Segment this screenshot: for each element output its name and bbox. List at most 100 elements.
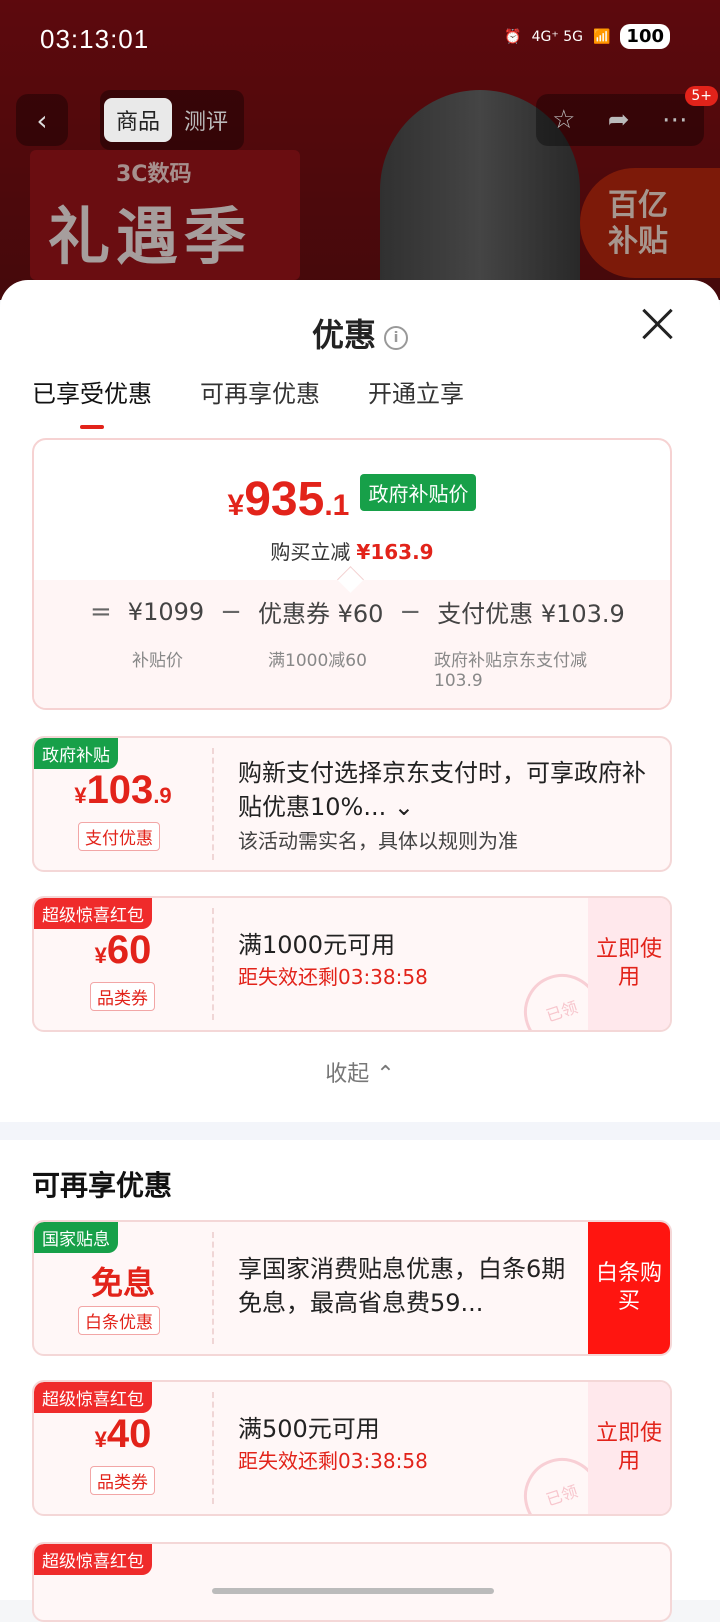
card-amount: 免息: [34, 1258, 212, 1304]
price-summary: ¥935.1 政府补贴价 购买立减 ¥163.9 = ¥1099 − 优惠券 ¥6…: [32, 438, 672, 710]
discount-sheet: 优惠 i 已享受优惠 可再享优惠 开通立享 ¥935.1 政府补贴价 购买立减 ¥1…: [0, 280, 720, 1622]
clock: 03:13:01: [40, 24, 150, 54]
card-left: 超级惊喜红包 ¥60 品类券: [34, 898, 212, 1030]
sheet-title: 优惠 i: [0, 310, 720, 356]
collapse-button[interactable]: 收起 ⌃: [0, 1056, 720, 1088]
tab-review[interactable]: 测评: [172, 98, 240, 142]
card-text: 享国家消费贴息优惠，白条6期免息，最高省息费59...: [238, 1255, 566, 1317]
signal-icon: 4G⁺ 5G: [531, 28, 583, 45]
card-description: 享国家消费贴息优惠，白条6期免息，最高省息费59...: [238, 1252, 570, 1320]
product-tabs: 商品 测评: [100, 90, 245, 150]
card-left: 政府补贴 ¥103.9 支付优惠: [34, 738, 212, 870]
status-icons: ⏰ 4G⁺ 5G 📶 100: [504, 24, 670, 49]
card-tag: 国家贴息: [34, 1222, 118, 1253]
more-icon[interactable]: ⋯: [662, 105, 688, 135]
back-button[interactable]: ‹: [16, 94, 68, 146]
discount-card-coupon-60: 超级惊喜红包 ¥60 品类券 满1000元可用 距失效还剩03:38:58 已领…: [32, 896, 672, 1032]
use-now-button[interactable]: 立即使用: [588, 898, 670, 1030]
status-bar: 03:13:01 ⏰ 4G⁺ 5G 📶 100: [0, 0, 720, 80]
price-breakdown: = ¥1099 − 优惠券 ¥60 − 支付优惠 ¥103.9 补贴价 满100…: [34, 566, 670, 708]
share-icon[interactable]: ➦: [608, 105, 630, 135]
base-price: ¥1099: [127, 597, 205, 626]
card-text: 满500元可用: [238, 1415, 380, 1443]
card-type: 白条优惠: [78, 1306, 160, 1335]
card-divider: [212, 908, 214, 1020]
equals-sign: =: [90, 596, 112, 627]
battery-icon: 100: [620, 24, 670, 49]
coupon-amount: 优惠券 ¥60: [257, 600, 384, 628]
breakdown-row: = ¥1099 − 优惠券 ¥60 − 支付优惠 ¥103.9: [90, 594, 625, 629]
gov-subsidy-tag: 政府补贴价: [360, 474, 477, 511]
countdown: 距失效还剩03:38:58: [238, 1449, 428, 1473]
message-badge: 5+: [685, 86, 718, 106]
currency: ¥: [74, 783, 87, 808]
card-type: 品类券: [90, 1466, 155, 1495]
card-tag: 超级惊喜红包: [34, 898, 152, 929]
minus-sign: −: [220, 596, 242, 627]
discount-card-partial: 超级惊喜红包: [32, 1542, 672, 1622]
coupon-label: 满1000减60: [268, 651, 367, 671]
base-price-label: 补贴价: [132, 651, 183, 671]
card-description: 购新支付选择京东支付时，可享政府补贴优惠10%... ⌄ 该活动需实名，具体以规…: [238, 756, 646, 858]
final-price: ¥935.1: [228, 473, 350, 526]
tab-more-available[interactable]: 可再享优惠: [200, 374, 320, 409]
card-divider: [212, 748, 214, 860]
price-int: 935: [244, 473, 325, 526]
card-type: 支付优惠: [78, 822, 160, 851]
chevron-left-icon: ‹: [36, 103, 48, 137]
amount-text: 免息: [90, 1265, 155, 1301]
card-tag: 超级惊喜红包: [34, 1544, 152, 1575]
close-button[interactable]: [638, 304, 678, 344]
save-label: 购买立减: [270, 540, 351, 564]
home-indicator[interactable]: [212, 1588, 494, 1594]
favorite-star-icon[interactable]: ☆: [552, 105, 575, 135]
header-actions: ☆ ➦ ⋯ 5+: [536, 86, 718, 146]
currency: ¥: [227, 489, 245, 522]
card-divider: [212, 1392, 214, 1504]
card-left: 国家贴息 免息 白条优惠: [34, 1222, 212, 1354]
use-now-button[interactable]: 立即使用: [588, 1382, 670, 1514]
info-icon[interactable]: i: [384, 326, 408, 350]
tab-product[interactable]: 商品: [104, 98, 173, 142]
sheet-title-text: 优惠: [311, 316, 376, 354]
section-title: 可再享优惠: [32, 1169, 173, 1202]
final-price-line: ¥935.1 政府补贴价: [34, 472, 670, 527]
currency: ¥: [94, 1427, 107, 1452]
product-top-bar: ‹ 商品 测评 ☆ ➦ ⋯ 5+: [16, 86, 718, 150]
tab-activate[interactable]: 开通立享: [368, 374, 464, 409]
pointer-triangle: [337, 566, 364, 593]
card-type: 品类券: [90, 982, 155, 1011]
card-tag: 政府补贴: [34, 738, 118, 769]
card-description: 满500元可用 距失效还剩03:38:58: [238, 1412, 570, 1476]
amount-int: 60: [106, 928, 152, 972]
card-text[interactable]: 购新支付选择京东支付时，可享政府补贴优惠10%... ⌄: [238, 756, 646, 824]
instant-discount-line: 购买立减 ¥163.9: [34, 536, 670, 565]
alarm-icon: ⏰: [504, 28, 522, 45]
payment-discount-label: 政府补贴京东支付减103.9: [434, 651, 587, 691]
card-amount: ¥103.9: [34, 768, 212, 813]
wifi-icon: 📶: [592, 28, 611, 45]
save-value: ¥163.9: [356, 540, 434, 564]
card-tag: 超级惊喜红包: [34, 1382, 152, 1413]
price-dec: .1: [324, 489, 350, 522]
countdown: 距失效还剩03:38:58: [238, 965, 428, 989]
card-left: 超级惊喜红包 ¥40 品类券: [34, 1382, 212, 1514]
discount-tabs: 已享受优惠 可再享优惠 开通立享: [32, 374, 464, 429]
card-amount: ¥40: [34, 1412, 212, 1457]
section-separator: [0, 1122, 720, 1140]
payment-discount: 支付优惠 ¥103.9: [437, 600, 625, 628]
amount-int: 103: [86, 768, 154, 812]
card-text: 满1000元可用: [238, 931, 396, 959]
amount-dec: .9: [153, 783, 172, 808]
discount-card-coupon-40: 超级惊喜红包 ¥40 品类券 满500元可用 距失效还剩03:38:58 已领 …: [32, 1380, 672, 1516]
card-amount: ¥60: [34, 928, 212, 973]
discount-card-interest-free: 国家贴息 免息 白条优惠 享国家消费贴息优惠，白条6期免息，最高省息费59...…: [32, 1220, 672, 1356]
discount-card-gov-subsidy: 政府补贴 ¥103.9 支付优惠 购新支付选择京东支付时，可享政府补贴优惠10%…: [32, 736, 672, 872]
currency: ¥: [94, 943, 107, 968]
amount-int: 40: [106, 1412, 152, 1456]
baitiao-buy-button[interactable]: 白条购买: [588, 1222, 670, 1354]
card-subtext: 该活动需实名，具体以规则为准: [238, 829, 518, 853]
card-divider: [212, 1232, 214, 1344]
tab-enjoyed[interactable]: 已享受优惠: [32, 374, 152, 429]
card-description: 满1000元可用 距失效还剩03:38:58: [238, 928, 570, 992]
